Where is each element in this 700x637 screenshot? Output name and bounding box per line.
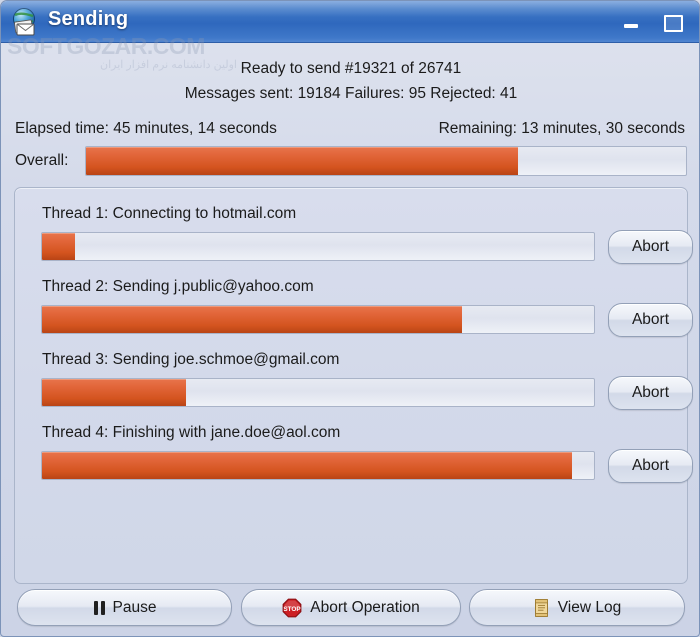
thread-label: Thread 3: Sending joe.schmoe@gmail.com [42, 351, 340, 368]
abort-thread-button[interactable]: Abort [608, 303, 693, 337]
maximize-icon [664, 15, 683, 32]
thread-progress-fill [42, 452, 572, 479]
pause-icon [93, 600, 105, 615]
overall-label: Overall: [15, 152, 69, 169]
abort-thread-button-label: Abort [631, 384, 670, 401]
remaining-time-label: Remaining: 13 minutes, 30 seconds [438, 120, 685, 137]
abort-thread-button[interactable]: Abort [608, 230, 693, 264]
elapsed-time-label: Elapsed time: 45 minutes, 14 seconds [15, 120, 277, 137]
minimize-icon [624, 24, 638, 28]
sending-window: Sending SOFTGOZAR.COM اولین دانشنامه نرم… [0, 0, 700, 637]
message-counts-status: Messages sent: 19184 Failures: 95 Reject… [184, 85, 518, 102]
view-log-button-label: View Log [557, 598, 622, 616]
abort-thread-button-label: Abort [631, 311, 670, 328]
abort-thread-button[interactable]: Abort [608, 376, 693, 410]
thread-progress-fill [42, 306, 462, 333]
abort-operation-button-label: Abort Operation [310, 598, 420, 616]
thread-label: Thread 2: Sending j.public@yahoo.com [42, 278, 314, 295]
thread-progress-bar [41, 451, 595, 480]
scroll-document-icon [533, 598, 550, 618]
title-bar[interactable]: Sending [1, 1, 699, 43]
abort-thread-button[interactable]: Abort [608, 449, 693, 483]
thread-progress-fill [42, 233, 76, 260]
svg-text:STOP: STOP [284, 606, 302, 613]
ready-to-send-status: Ready to send #19321 of 26741 [240, 60, 462, 77]
maximize-button[interactable] [657, 10, 687, 34]
abort-thread-button-label: Abort [631, 238, 670, 255]
thread-progress-fill [42, 379, 186, 406]
thread-progress-bar [41, 378, 595, 407]
overall-progress-fill [86, 147, 518, 175]
abort-thread-button-label: Abort [631, 457, 670, 474]
thread-progress-bar [41, 232, 595, 261]
stop-sign-icon: STOP [282, 598, 302, 618]
window-title: Sending [48, 8, 129, 30]
threads-group: Thread 1: Connecting to hotmail.com Abort… [14, 187, 693, 584]
abort-operation-button[interactable]: STOP Abort Operation [241, 589, 461, 626]
mail-globe-icon [9, 6, 41, 38]
pause-button[interactable]: Pause [17, 589, 232, 626]
minimize-button[interactable] [616, 10, 646, 34]
view-log-button[interactable]: View Log [469, 589, 685, 626]
thread-label: Thread 1: Connecting to hotmail.com [42, 205, 297, 222]
thread-label: Thread 4: Finishing with jane.doe@aol.co… [42, 424, 341, 441]
thread-progress-bar [41, 305, 595, 334]
pause-button-label: Pause [112, 598, 157, 616]
overall-progress-bar [85, 146, 687, 176]
